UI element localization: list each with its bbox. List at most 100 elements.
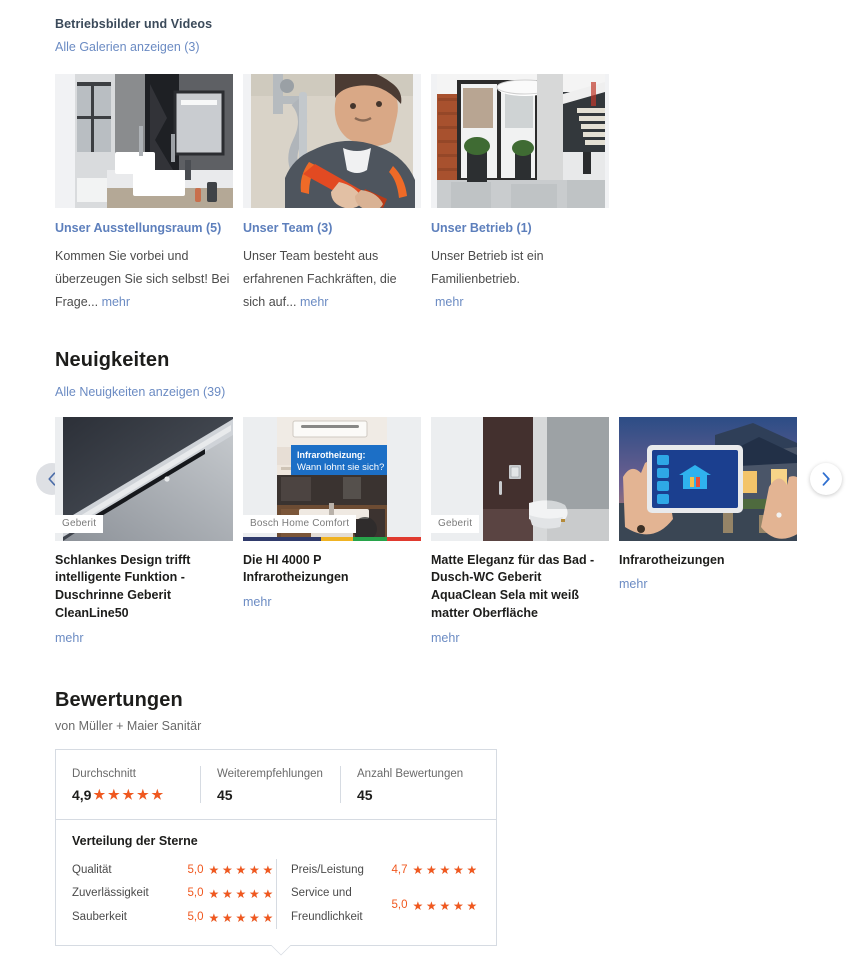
distribution-row: Qualität 5,0 ★ ★ ★ ★ ★ ★ ★ ★ ★ ★ xyxy=(72,859,276,883)
news-more-link[interactable]: mehr xyxy=(55,631,83,645)
star-icon: ★ ★ xyxy=(412,898,424,913)
gallery-card-row: Unser Ausstellungsraum (5) Kommen Sie vo… xyxy=(55,74,823,315)
criterion-stars: ★ ★ ★ ★ ★ ★ ★ ★ ★ ★ xyxy=(413,864,481,876)
star-icon: ★ ★ xyxy=(107,787,120,803)
news-title-link[interactable]: Schlankes Design trifft intelligente Fun… xyxy=(55,552,233,623)
gallery-description-text: Kommen Sie vorbei und überzeugen Sie sic… xyxy=(55,249,230,310)
star-icon: ★ ★ xyxy=(93,787,106,803)
star-icon: ★ ★ xyxy=(262,910,274,925)
galleries-heading: Betriebsbilder und Videos xyxy=(55,17,213,31)
news-thumbnail-smarthome[interactable] xyxy=(619,416,797,541)
news-carousel: Geberit Schlankes Design trifft intellig… xyxy=(36,416,842,647)
criterion-score: 5,0 xyxy=(187,863,204,876)
gallery-more-link[interactable]: mehr xyxy=(300,295,328,309)
criterion-name: Preis/Leistung xyxy=(291,863,364,876)
star-icon: ★ ★ xyxy=(262,863,274,878)
star-icon: ★ ★ xyxy=(222,910,233,925)
star-icon: ★ ★ xyxy=(222,886,233,901)
star-icon: ★ ★ xyxy=(235,910,247,925)
news-more-link[interactable]: mehr xyxy=(243,595,271,609)
star-icon: ★ ★ xyxy=(412,863,424,878)
summary-value: 4,9 xyxy=(72,786,92,803)
news-thumbnail-infrared[interactable]: Infrarotheizung: Wann lohnt sie sich? Bo… xyxy=(243,416,421,541)
star-icon: ★ ★ xyxy=(151,787,164,803)
criterion-score: 4,7 xyxy=(391,863,408,876)
star-icon: ★ ★ xyxy=(439,863,451,878)
criterion-score: 5,0 xyxy=(187,887,204,900)
star-icon: ★ ★ xyxy=(453,863,464,878)
svg-text:Wann lohnt sie sich?: Wann lohnt sie sich? xyxy=(297,462,384,473)
summary-value: 45 xyxy=(357,786,373,803)
news-brand-chip: Geberit xyxy=(55,514,104,533)
criterion-name: Service und Freundlichkeit xyxy=(291,887,363,923)
gallery-title-link[interactable]: Unser Team (3) xyxy=(243,219,421,237)
star-icon: ★ ★ xyxy=(262,886,274,901)
galleries-all-link[interactable]: Alle Galerien anzeigen (3) xyxy=(55,40,200,54)
star-icon: ★ ★ xyxy=(426,863,437,878)
distribution-row: Service und Freundlichkeit 5,0 ★ ★ ★ ★ ★ ★ ★ ★ ★… xyxy=(291,882,480,929)
page-root: Betriebsbilder und Videos Alle Galerien … xyxy=(0,0,853,947)
news-card: Geberit Schlankes Design trifft intellig… xyxy=(55,416,233,647)
gallery-more-link[interactable]: mehr xyxy=(435,295,463,309)
star-icon: ★ ★ xyxy=(208,886,220,901)
ratings-summary-average: Durchschnitt 4,9 ★ ★ ★ ★ ★ ★ ★ ★ ★ ★ xyxy=(56,766,200,803)
distribution-title: Verteilung der Sterne xyxy=(72,833,198,848)
svg-text:Infrarotheizung:: Infrarotheizung: xyxy=(297,450,366,460)
star-icon: ★ ★ xyxy=(466,863,478,878)
star-icon: ★ ★ xyxy=(235,863,247,878)
star-icon: ★ ★ xyxy=(222,863,233,878)
star-icon: ★ ★ xyxy=(439,898,451,913)
galleries-section: Betriebsbilder und Videos Alle Galerien … xyxy=(0,0,853,315)
criterion-score: 5,0 xyxy=(187,910,204,923)
criterion-name: Sauberkeit xyxy=(72,910,127,923)
news-all-link[interactable]: Alle Neuigkeiten anzeigen (39) xyxy=(55,385,225,399)
criterion-score: 5,0 xyxy=(391,898,408,911)
news-title-link[interactable]: Infrarotheizungen xyxy=(619,552,797,570)
news-card-row: Geberit Schlankes Design trifft intellig… xyxy=(55,416,823,647)
gallery-description-text: Unser Betrieb ist ein Familienbetrieb. xyxy=(431,249,544,287)
news-card: Geberit Matte Eleganz für das Bad - Dusc… xyxy=(431,416,609,647)
news-title-link[interactable]: Die HI 4000 P Infrarotheizungen xyxy=(243,552,421,588)
gallery-description: Unser Betrieb ist ein Familienbetrieb. m… xyxy=(431,245,609,314)
gallery-card: Unser Team (3) Unser Team besteht aus er… xyxy=(243,74,421,315)
carousel-next-button[interactable] xyxy=(810,462,842,495)
news-card: Infrarotheizung: Wann lohnt sie sich? Bo… xyxy=(243,416,421,647)
summary-label: Durchschnitt xyxy=(72,767,136,780)
gallery-description: Kommen Sie vorbei und überzeugen Sie sic… xyxy=(55,245,233,314)
news-heading: Neuigkeiten xyxy=(55,348,170,371)
criterion-name: Qualität xyxy=(72,863,112,876)
summary-value: 45 xyxy=(217,786,233,803)
summary-value-wrap: 4,9 ★ ★ ★ ★ ★ ★ ★ ★ ★ ★ xyxy=(72,787,184,803)
gallery-title-link[interactable]: Unser Betrieb (1) xyxy=(431,219,609,237)
ratings-summary-recommendations: Weiterempfehlungen 45 xyxy=(200,765,340,803)
news-title-link[interactable]: Matte Eleganz für das Bad - Dusch-WC Geb… xyxy=(431,552,609,623)
gallery-title-link[interactable]: Unser Ausstellungsraum (5) xyxy=(55,219,233,237)
news-thumbnail-aquaclean[interactable]: Geberit xyxy=(431,416,609,541)
ratings-distribution: Verteilung der Sterne Qualität 5,0 ★ ★ ★ ★ ★… xyxy=(56,818,496,946)
gallery-thumbnail-team[interactable] xyxy=(243,74,421,208)
chevron-right-icon xyxy=(821,471,831,486)
gallery-description: Unser Team besteht aus erfahrenen Fachkr… xyxy=(243,245,421,314)
ratings-summary-count: Anzahl Bewertungen 45 xyxy=(340,765,498,803)
news-more-link[interactable]: mehr xyxy=(431,631,459,645)
gallery-more-link[interactable]: mehr xyxy=(102,295,130,309)
gallery-thumbnail-showroom[interactable] xyxy=(55,74,233,208)
star-icon: ★ ★ xyxy=(208,910,220,925)
criterion-stars: ★ ★ ★ ★ ★ ★ ★ ★ ★ ★ xyxy=(413,900,481,912)
distribution-row: Preis/Leistung 4,7 ★ ★ ★ ★ ★ ★ ★ ★ ★ ★ xyxy=(291,859,480,883)
news-more-link[interactable]: mehr xyxy=(619,577,647,591)
star-icon: ★ ★ xyxy=(249,863,260,878)
star-icon: ★ ★ xyxy=(249,886,260,901)
gallery-card: Unser Betrieb (1) Unser Betrieb ist ein … xyxy=(431,74,609,315)
star-icon: ★ ★ xyxy=(122,787,135,803)
ratings-section: Bewertungen von Müller + Maier Sanitär D… xyxy=(0,689,853,947)
ratings-heading: Bewertungen xyxy=(55,688,183,711)
distribution-row: Sauberkeit 5,0 ★ ★ ★ ★ ★ ★ ★ ★ ★ ★ xyxy=(72,906,276,930)
summary-label: Anzahl Bewertungen xyxy=(357,767,464,780)
distribution-columns: Qualität 5,0 ★ ★ ★ ★ ★ ★ ★ ★ ★ ★ Zuverlässigkeit … xyxy=(72,858,480,930)
star-icon: ★ ★ xyxy=(453,898,464,913)
gallery-thumbnail-company[interactable] xyxy=(431,74,609,208)
criterion-stars: ★ ★ ★ ★ ★ ★ ★ ★ ★ ★ xyxy=(209,864,277,876)
news-thumbnail-cleanline[interactable]: Geberit xyxy=(55,416,233,541)
star-icon: ★ ★ xyxy=(235,886,247,901)
